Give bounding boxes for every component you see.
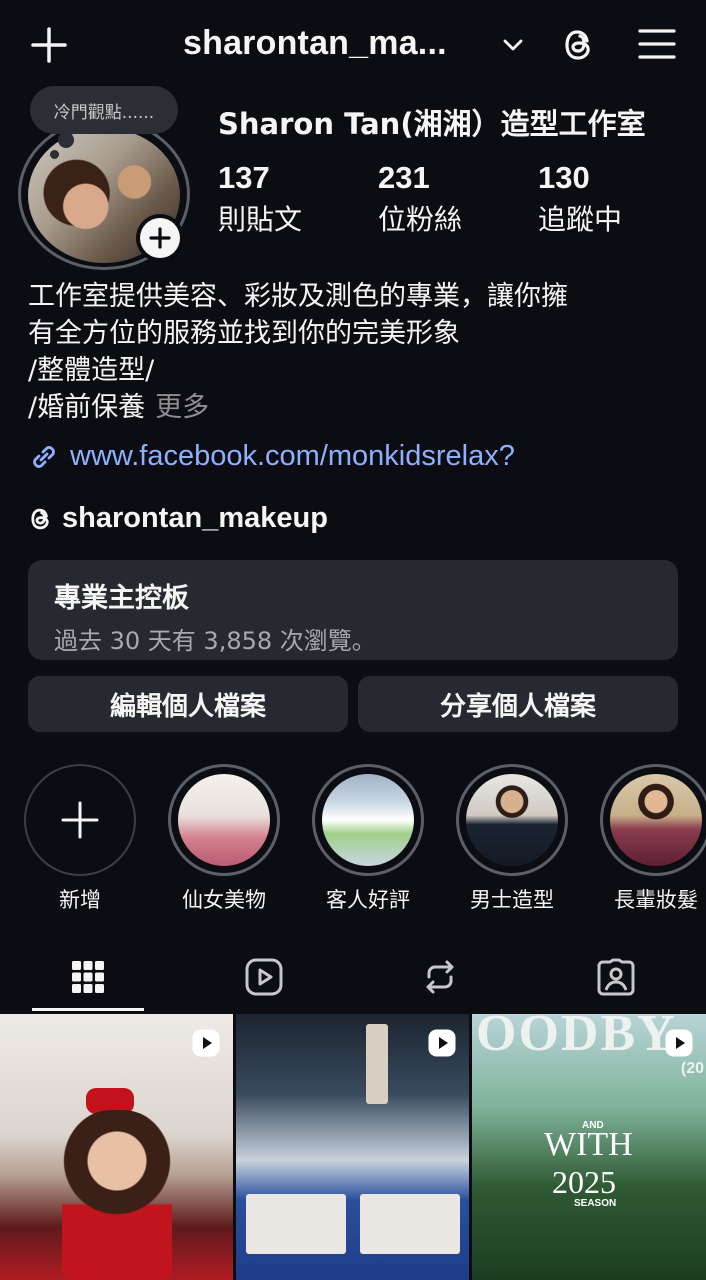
highlight-new[interactable]: 新增: [24, 764, 136, 914]
grid-post[interactable]: [236, 1014, 469, 1280]
highlight-item[interactable]: 仙女美物: [168, 764, 280, 914]
highlight-new-ring: [24, 764, 136, 876]
tab-reposts[interactable]: [352, 940, 528, 1014]
highlight-ring: [600, 764, 706, 876]
posts-grid: OODBY (20 AND WITH 2025 SEASON: [0, 1014, 706, 1280]
post-overlay-text: 2025: [552, 1164, 616, 1200]
stat-followers[interactable]: 231 位粉絲: [378, 160, 462, 238]
highlight-label: 新增: [59, 888, 101, 912]
bio-line: 工作室提供美容、彩妝及測色的專業，讓你擁: [28, 281, 568, 312]
share-profile-button[interactable]: 分享個人檔案: [358, 676, 678, 732]
stat-posts-label: 則貼文: [218, 203, 303, 236]
stat-posts-value: 137: [218, 160, 270, 195]
add-story-button[interactable]: [136, 214, 184, 262]
plus-icon[interactable]: [30, 26, 68, 64]
highlight-ring: [168, 764, 280, 876]
highlight-ring: [312, 764, 424, 876]
plus-icon: [61, 801, 99, 839]
edit-profile-button[interactable]: 編輯個人檔案: [28, 676, 348, 732]
bio-line: /整體造型/: [28, 355, 155, 386]
post-image-detail: [62, 1110, 172, 1280]
stat-following-label: 追蹤中: [538, 203, 623, 236]
post-overlay-text: (20: [680, 1060, 704, 1077]
bio-line: 有全方位的服務並找到你的完美形象: [28, 318, 460, 349]
highlight-label: 客人好評: [326, 888, 410, 912]
reels-icon: [245, 958, 283, 996]
website-link[interactable]: www.facebook.com/monkidsrelax?: [70, 440, 515, 473]
highlight-cover: [466, 774, 558, 866]
highlight-item[interactable]: 長輩妝髮: [600, 764, 706, 914]
reel-badge-icon: [192, 1029, 220, 1057]
tab-reels[interactable]: [176, 940, 352, 1014]
highlight-cover: [178, 774, 270, 866]
reel-badge-icon: [665, 1029, 693, 1057]
chevron-down-icon[interactable]: [502, 36, 524, 54]
tab-tagged[interactable]: [528, 940, 704, 1014]
post-image-detail: [360, 1194, 460, 1254]
stat-posts[interactable]: 137 則貼文: [218, 160, 302, 238]
reposts-icon: [426, 960, 454, 994]
highlight-ring: [456, 764, 568, 876]
professional-dashboard[interactable]: 專業主控板 過去 30 天有 3,858 次瀏覽。: [28, 560, 678, 660]
post-overlay-text: OODBY: [476, 1014, 677, 1062]
post-overlay-text: SEASON: [574, 1198, 617, 1209]
stat-following[interactable]: 130 追蹤中: [538, 160, 622, 238]
post-overlay-text: WITH: [544, 1126, 633, 1163]
account-username[interactable]: sharontan_ma...: [183, 24, 483, 63]
grid-post[interactable]: OODBY (20 AND WITH 2025 SEASON: [472, 1014, 706, 1280]
highlight-item[interactable]: 客人好評: [312, 764, 424, 914]
dashboard-title: 專業主控板: [54, 583, 189, 614]
profile-tabs: [0, 940, 706, 1014]
stat-followers-label: 位粉絲: [378, 203, 463, 236]
reel-badge-icon: [428, 1029, 456, 1057]
highlight-cover: [322, 774, 414, 866]
menu-icon[interactable]: [638, 27, 676, 61]
bio-line-text: /婚前保養: [28, 392, 146, 423]
top-bar: sharontan_ma...: [0, 0, 706, 90]
tagged-icon: [597, 958, 635, 996]
grid-post[interactable]: [0, 1014, 233, 1280]
post-image-detail: [366, 1024, 388, 1104]
note-bubble[interactable]: 冷門觀點......: [30, 86, 178, 134]
note-bubble-tail: [58, 132, 74, 148]
highlight-cover: [610, 774, 702, 866]
tab-grid[interactable]: [0, 940, 176, 1014]
threads-icon[interactable]: [560, 25, 598, 65]
grid-icon: [72, 961, 104, 993]
plus-icon: [149, 227, 171, 249]
threads-handle: sharontan_makeup: [62, 502, 328, 534]
bio-line-last: /婚前保養 更多: [28, 389, 688, 426]
highlight-label: 仙女美物: [182, 888, 266, 912]
dashboard-subtitle: 過去 30 天有 3,858 次瀏覽。: [54, 627, 376, 655]
highlight-label: 長輩妝髮: [614, 888, 698, 912]
highlight-item[interactable]: 男士造型: [456, 764, 568, 914]
display-name: Sharon Tan(湘湘）造型工作室: [218, 107, 646, 141]
website-link-row[interactable]: www.facebook.com/monkidsrelax?: [28, 440, 515, 473]
threads-icon: [31, 508, 49, 529]
active-tab-indicator: [32, 1008, 144, 1011]
more-link[interactable]: 更多: [155, 392, 209, 423]
stat-followers-value: 231: [378, 160, 430, 195]
highlight-label: 男士造型: [470, 888, 554, 912]
post-image-detail: [246, 1194, 346, 1254]
bio: 工作室提供美容、彩妝及測色的專業，讓你擁 有全方位的服務並找到你的完美形象 /整…: [28, 278, 688, 426]
threads-badge[interactable]: sharontan_makeup: [28, 502, 328, 535]
stat-following-value: 130: [538, 160, 590, 195]
note-bubble-tail-small: [50, 150, 59, 159]
link-icon: [33, 445, 55, 468]
